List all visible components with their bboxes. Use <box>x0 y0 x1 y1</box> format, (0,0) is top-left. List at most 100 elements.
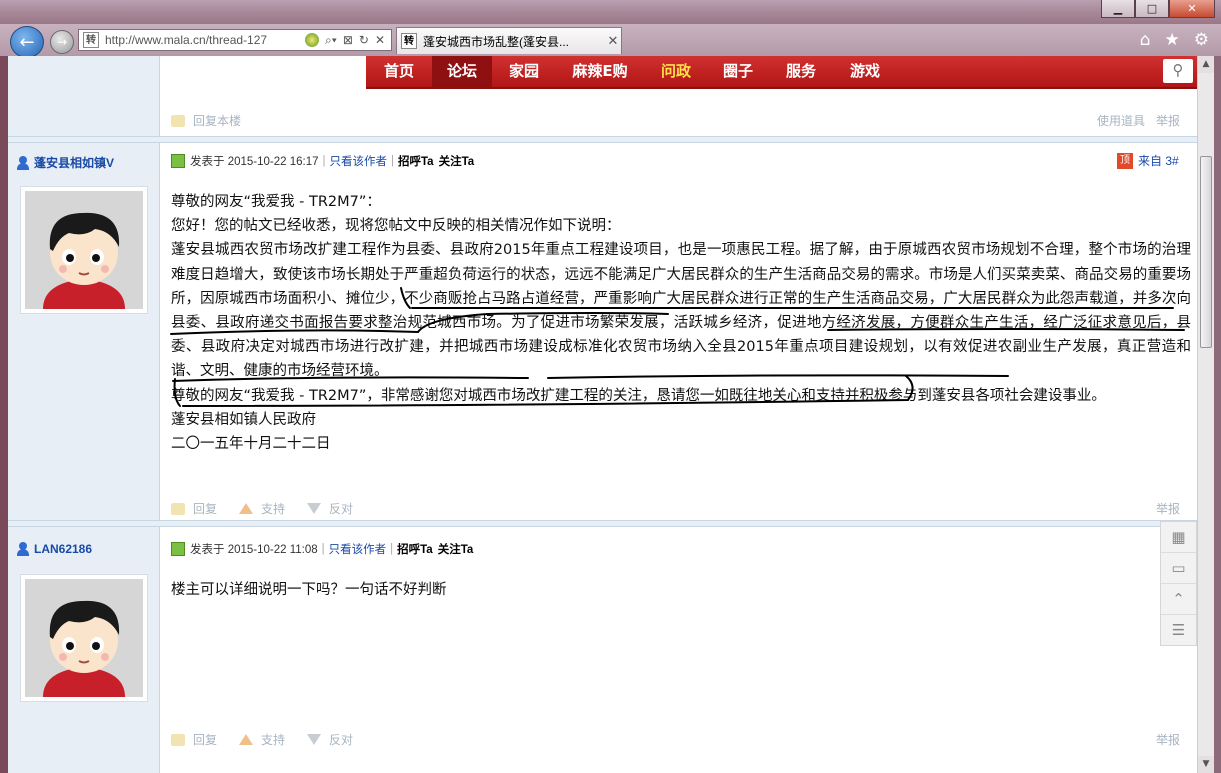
post1-actions: 回复 支持 反对 <box>171 500 375 517</box>
scroll-thumb[interactable] <box>1200 156 1212 348</box>
comment-icon[interactable]: ▭ <box>1161 553 1196 584</box>
forward-arrow-icon[interactable]: → <box>50 30 74 54</box>
avatar[interactable] <box>20 574 148 702</box>
oppose-button[interactable]: 反对 <box>307 731 353 748</box>
address-bar-icons: ⌕▾ ⊠ ↻ ✕ <box>305 32 391 48</box>
stop-icon[interactable]: ✕ <box>375 33 385 48</box>
prev-report-link[interactable]: 举报 <box>1156 112 1180 129</box>
prev-reply-button[interactable]: 回复本楼 <box>171 112 241 129</box>
column-divider <box>159 143 160 520</box>
qrcode-icon[interactable]: ▦ <box>1161 522 1196 553</box>
nav-item-home[interactable]: 首页 <box>366 56 432 87</box>
thumb-down-icon <box>307 734 322 745</box>
floor-source[interactable]: 来自 <box>1138 152 1162 169</box>
compat-view-icon[interactable]: ⊠ <box>343 33 353 48</box>
site-navigation: 首页 论坛 家园 麻辣E购 问政 圈子 服务 游戏 ⚲ <box>366 56 1197 89</box>
star-icon[interactable]: ★ <box>1165 30 1180 50</box>
post-paragraph: 您好！您的帖文已经收悉，现将您帖文中反映的相关情况作如下说明： <box>171 218 621 235</box>
post2-author[interactable]: LAN62186 <box>16 542 92 556</box>
top-badge-icon[interactable]: 顶 <box>1117 152 1133 169</box>
reply-button[interactable]: 回复 <box>171 731 217 748</box>
nav-item-games[interactable]: 游戏 <box>834 56 896 87</box>
tab-title: 蓬安城西市场乱整(蓬安县... <box>423 34 569 49</box>
post-separator <box>8 520 1197 527</box>
post2-username[interactable]: LAN62186 <box>34 542 92 556</box>
post-paragraph: 楼主可以详细说明一下吗？一句话不好判断 <box>171 582 447 598</box>
floating-toolbar: ▦ ▭ ⌃ ☰ <box>1160 521 1197 646</box>
support-button[interactable]: 支持 <box>239 731 285 748</box>
support-button[interactable]: 支持 <box>239 500 285 517</box>
maximize-button[interactable]: □ <box>1135 0 1169 18</box>
post2-body: 楼主可以详细说明一下吗？一句话不好判断 <box>171 578 1191 602</box>
compatibility-icon[interactable] <box>305 32 320 47</box>
nav-item-circle[interactable]: 圈子 <box>708 56 768 87</box>
post1-author[interactable]: 蓬安县相如镇V <box>16 154 114 171</box>
home-icon[interactable]: ⌂ <box>1140 30 1151 50</box>
report-link[interactable]: 举报 <box>1156 731 1180 748</box>
back-to-top-icon[interactable]: ⌃ <box>1161 584 1196 615</box>
vertical-scrollbar[interactable]: ▲ ▼ <box>1197 56 1214 773</box>
follow-link[interactable]: 关注Ta <box>438 541 474 557</box>
nav-item-shop[interactable]: 麻辣E购 <box>556 56 644 87</box>
list-icon[interactable]: ☰ <box>1161 615 1196 645</box>
online-status-icon <box>171 542 185 556</box>
user-icon <box>16 155 30 170</box>
online-status-icon <box>171 154 185 168</box>
scroll-up-icon[interactable]: ▲ <box>1198 56 1214 73</box>
column-divider <box>159 527 160 773</box>
post-paragraph: 蓬安县相如镇人民政府 <box>171 411 316 428</box>
search-icon[interactable]: ⌕▾ <box>325 33 337 48</box>
browser-toolbar: ← → 转 http://www.mala.cn/thread-127 ⌕▾ ⊠… <box>0 24 1221 58</box>
user-icon <box>16 542 30 556</box>
report-link[interactable]: 举报 <box>1156 500 1180 517</box>
refresh-icon[interactable]: ↻ <box>359 33 369 48</box>
floor-number[interactable]: 3# <box>1165 154 1178 168</box>
avatar-cartoon-image <box>25 191 143 309</box>
post1-meta: 发表于 2015-10-22 16:17 | 只看该作者 | 招呼Ta 关注Ta <box>171 153 479 169</box>
avatar-cartoon-image <box>25 579 143 697</box>
greet-link[interactable]: 招呼Ta <box>398 153 434 169</box>
tab-favicon: 转 <box>401 33 417 49</box>
reply-icon <box>171 114 185 127</box>
nav-item-homeland[interactable]: 家园 <box>492 56 556 87</box>
nav-item-wenzheng[interactable]: 问政 <box>644 56 708 87</box>
support-label: 支持 <box>261 502 286 516</box>
scroll-down-icon[interactable]: ▼ <box>1198 756 1214 773</box>
reply-label: 回复 <box>193 733 218 747</box>
post1-timestamp: 发表于 2015-10-22 16:17 <box>190 156 319 168</box>
post-paragraph: 蓬安县城西农贸市场改扩建工程作为县委、县政府2015年重点工程建设项目，也是一项… <box>171 242 1191 380</box>
reply-icon <box>171 502 185 515</box>
oppose-button[interactable]: 反对 <box>307 500 353 517</box>
url-text[interactable]: http://www.mala.cn/thread-127 <box>105 33 305 47</box>
thumb-up-icon <box>239 734 254 745</box>
prev-post-actions: 回复本楼 <box>171 112 263 129</box>
thumb-up-icon <box>239 503 254 514</box>
window-frame <box>1214 56 1221 773</box>
only-author-link[interactable]: 只看该作者 <box>330 153 388 169</box>
post-paragraph: 尊敬的网友“我爱我 - TR2M7”： <box>171 194 381 210</box>
nav-item-service[interactable]: 服务 <box>768 56 834 87</box>
gear-icon[interactable]: ⚙ <box>1194 30 1209 50</box>
use-tools-link[interactable]: 使用道具 <box>1097 112 1145 129</box>
back-arrow-icon[interactable]: ← <box>10 26 44 58</box>
search-icon[interactable]: ⚲ <box>1163 59 1193 83</box>
tab-close-icon[interactable]: ✕ <box>605 33 621 49</box>
reply-label: 回复 <box>193 502 218 516</box>
avatar[interactable] <box>20 186 148 314</box>
browser-tab[interactable]: 转 蓬安城西市场乱整(蓬安县... ✕ <box>396 27 622 54</box>
thumb-down-icon <box>307 503 322 514</box>
window-controls: ▁ □ ✕ <box>1101 0 1215 18</box>
nav-item-forum[interactable]: 论坛 <box>432 56 492 87</box>
oppose-label: 反对 <box>329 502 354 516</box>
minimize-button[interactable]: ▁ <box>1101 0 1135 18</box>
follow-link[interactable]: 关注Ta <box>439 153 475 169</box>
post1-floor: 顶 来自 3# <box>1117 152 1179 169</box>
close-window-button[interactable]: ✕ <box>1169 0 1215 18</box>
greet-link[interactable]: 招呼Ta <box>397 541 433 557</box>
reply-button[interactable]: 回复 <box>171 500 217 517</box>
only-author-link[interactable]: 只看该作者 <box>329 541 387 557</box>
support-label: 支持 <box>261 733 286 747</box>
address-bar[interactable]: 转 http://www.mala.cn/thread-127 ⌕▾ ⊠ ↻ ✕ <box>78 29 392 51</box>
post-separator <box>8 136 1197 143</box>
post1-username[interactable]: 蓬安县相如镇V <box>34 154 114 171</box>
